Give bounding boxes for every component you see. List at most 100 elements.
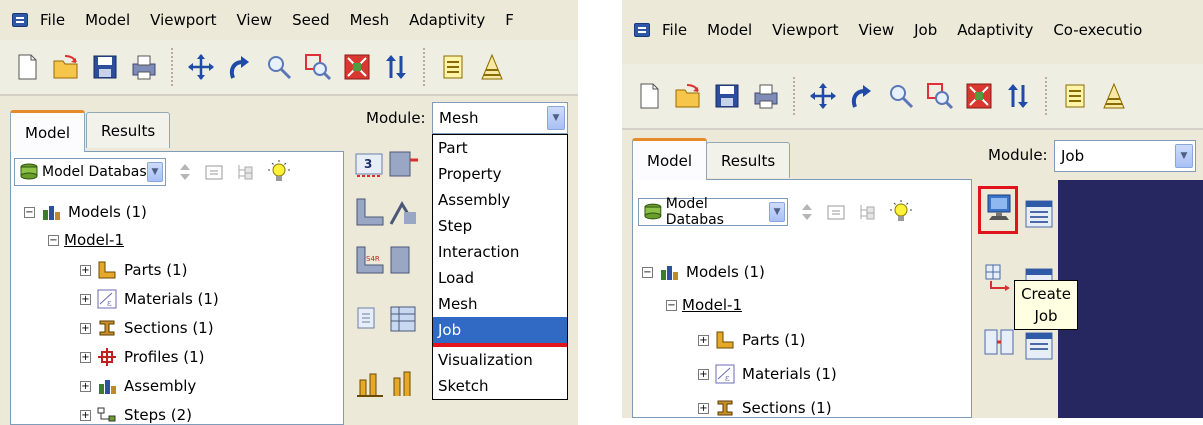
chevron-down-icon[interactable]: ▼ [1175,144,1193,168]
tab-results[interactable]: Results [86,112,171,148]
tree-node-model-1[interactable]: − Model-1 [666,296,742,314]
open-file-icon[interactable] [49,50,83,84]
tree-node-sections[interactable]: + Sections (1) [698,398,832,418]
seed-part-icon[interactable]: 3 [354,148,386,180]
collapse-toggle[interactable]: − [666,299,677,311]
new-file-icon[interactable] [632,79,666,113]
pan-icon[interactable] [806,79,840,113]
verify-mesh-icon[interactable] [388,244,420,276]
tree-node-parts[interactable]: + Parts (1) [698,330,805,350]
collapse-toggle[interactable]: − [642,266,653,278]
expand-toggle[interactable]: + [80,380,91,392]
menu-view[interactable]: View [237,11,273,29]
tab-model[interactable]: Model [632,138,708,180]
app-menu-icon[interactable] [634,23,650,37]
module-option-interaction[interactable]: Interaction [433,239,567,265]
open-file-icon[interactable] [671,79,705,113]
module-combo[interactable]: Job ▼ [1054,140,1196,172]
co-execution-manager-icon[interactable] [1023,330,1055,362]
module-option-job[interactable]: Job [433,317,567,343]
box-zoom-icon[interactable] [923,79,957,113]
zoom-icon[interactable] [262,50,296,84]
module-option-step[interactable]: Step [433,213,567,239]
expand-toggle[interactable]: + [698,368,709,380]
tree-node-sections[interactable]: + Sections (1) [80,318,214,338]
chevron-down-icon[interactable]: ▼ [547,106,565,130]
folder-icon[interactable] [204,162,224,182]
module-option-part[interactable]: Part [433,135,567,161]
module-option-load[interactable]: Load [433,265,567,291]
menu-feature[interactable]: F [505,11,514,29]
lightbulb-icon[interactable] [268,160,290,184]
tree-node-model-1[interactable]: − Model-1 [48,231,124,249]
tree-node-models[interactable]: − Models (1) [24,202,147,222]
chevron-down-icon[interactable]: ▼ [769,202,785,222]
folder-icon[interactable] [826,202,846,222]
tree-node-steps[interactable]: + Steps (2) [80,405,192,425]
cycle-views-icon[interactable] [379,50,413,84]
tree-filter-icon[interactable] [236,162,256,182]
menu-file[interactable]: File [662,21,687,39]
model-database-combo[interactable]: Model Databas ▼ [14,158,166,186]
module-option-assembly[interactable]: Assembly [433,187,567,213]
menu-mesh[interactable]: Mesh [350,11,390,29]
menu-view[interactable]: View [859,21,895,39]
menu-file[interactable]: File [40,11,65,29]
menu-adaptivity[interactable]: Adaptivity [409,11,485,29]
job-manager-icon[interactable] [1023,198,1055,230]
tree-node-materials[interactable]: + ε Materials (1) [698,364,837,384]
adaptivity-process-icon[interactable] [983,262,1015,294]
print-icon[interactable] [127,50,161,84]
expand-toggle[interactable]: + [80,293,91,305]
tree-filter-icon[interactable] [858,202,878,222]
module-option-mesh[interactable]: Mesh [433,291,567,317]
expand-toggle[interactable]: + [80,351,91,363]
menu-model[interactable]: Model [85,11,130,29]
virtual-topology-icon[interactable] [388,304,420,336]
tab-results[interactable]: Results [706,142,791,178]
collapse-toggle[interactable]: − [48,234,59,246]
module-option-sketch[interactable]: Sketch [433,373,567,399]
stack-icon[interactable] [1058,79,1092,113]
cycle-views-icon[interactable] [1001,79,1035,113]
menu-viewport[interactable]: Viewport [150,11,216,29]
tree-node-assembly[interactable]: + Assembly [80,376,196,396]
chevron-down-icon[interactable]: ▼ [147,162,163,182]
expand-toggle[interactable]: + [698,402,709,414]
box-zoom-icon[interactable] [301,50,335,84]
app-menu-icon[interactable] [12,13,28,27]
menu-co-execution[interactable]: Co-executio [1053,21,1142,39]
module-option-property[interactable]: Property [433,161,567,187]
tree-node-profiles[interactable]: + Profiles (1) [80,347,204,367]
expand-toggle[interactable]: + [698,334,709,346]
collapse-toggle[interactable]: − [24,206,35,218]
sort-arrows-icon[interactable] [800,202,814,222]
pan-icon[interactable] [184,50,218,84]
tree-node-parts[interactable]: + Parts (1) [80,260,187,280]
menu-viewport[interactable]: Viewport [772,21,838,39]
mesh-part-icon[interactable] [354,196,386,228]
edit-mesh-icon[interactable] [354,368,386,400]
menu-job[interactable]: Job [914,21,937,39]
save-icon[interactable] [88,50,122,84]
auto-fit-icon[interactable] [962,79,996,113]
co-execution-create-icon[interactable] [983,326,1015,358]
expand-toggle[interactable]: + [80,409,91,421]
element-type-icon[interactable]: S4R [354,244,386,276]
menu-adaptivity[interactable]: Adaptivity [957,21,1033,39]
tree-node-materials[interactable]: + ε Materials (1) [80,289,219,309]
mesh-region-icon[interactable] [388,196,420,228]
print-icon[interactable] [749,79,783,113]
new-file-icon[interactable] [10,50,44,84]
menu-seed[interactable]: Seed [292,11,330,29]
stack-icon[interactable] [1097,79,1131,113]
tree-node-models[interactable]: − Models (1) [642,262,765,282]
stack-icon[interactable] [436,50,470,84]
seed-edges-icon[interactable] [388,148,420,180]
model-database-combo[interactable]: Model Databas ▼ [638,196,788,228]
sort-arrows-icon[interactable] [178,162,192,182]
module-option-visualization[interactable]: Visualization [433,347,567,373]
tab-model[interactable]: Model [10,110,86,152]
lightbulb-icon[interactable] [890,200,912,224]
save-icon[interactable] [710,79,744,113]
